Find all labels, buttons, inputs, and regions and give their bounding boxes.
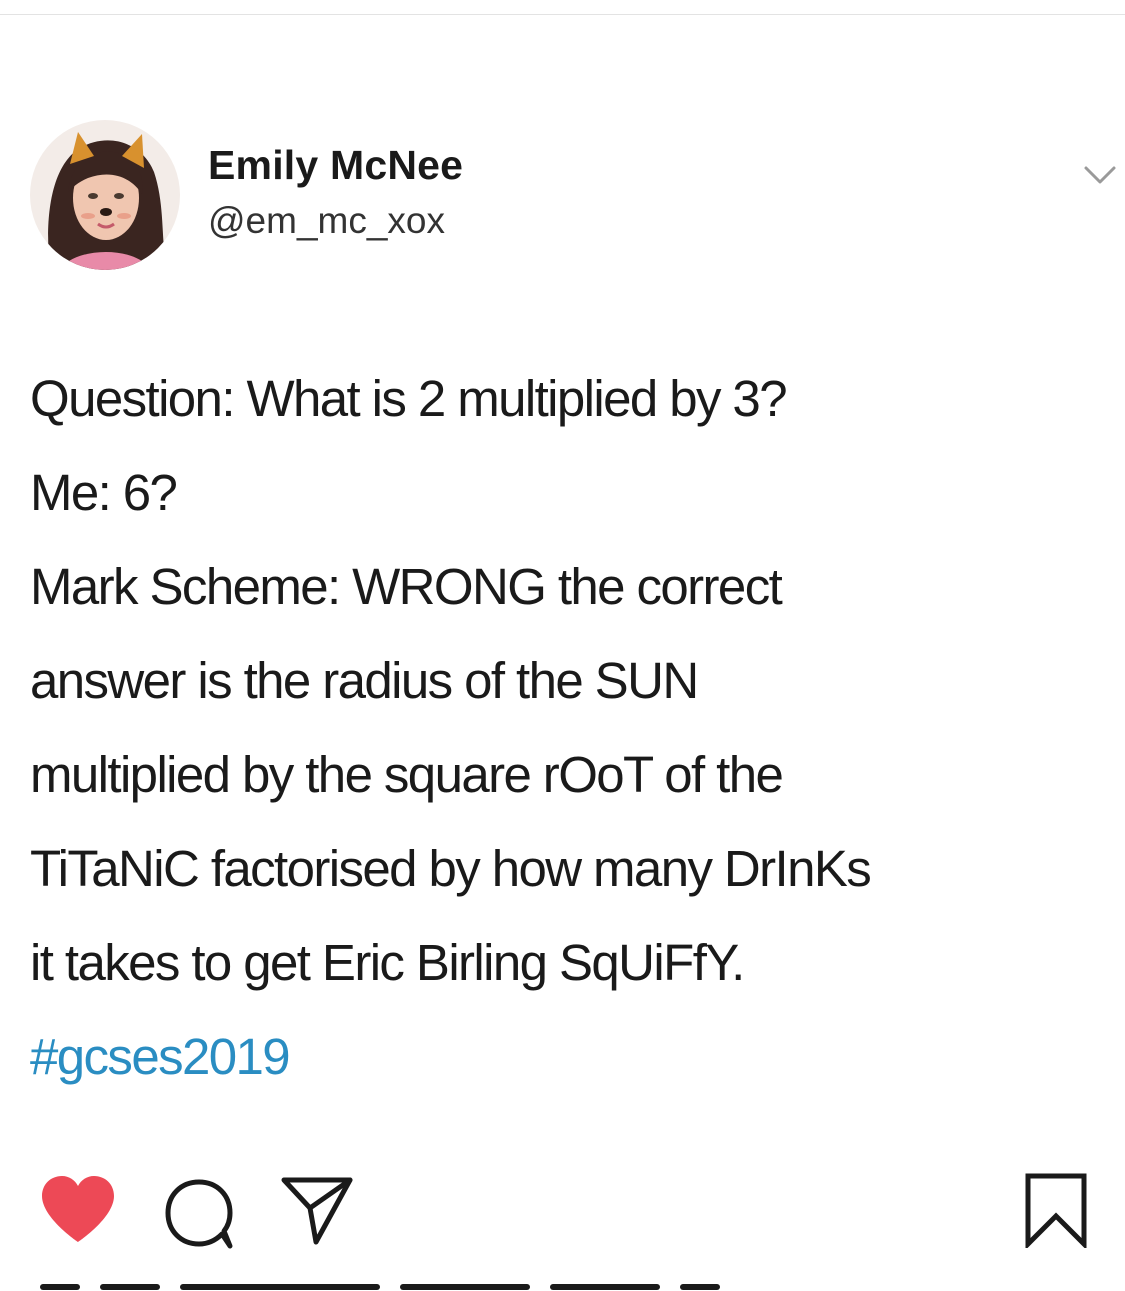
tweet-body: Question: What is 2 multiplied by 3? Me:… (30, 352, 1110, 1104)
tweet-text-line: TiTaNiC factorised by how many DrInKs (30, 840, 872, 897)
tweet-text-line: Mark Scheme: WRONG the correct (30, 558, 783, 615)
tweet-text-line: Question: What is 2 multiplied by 3? (30, 370, 788, 427)
tweet-card: Emily McNee @em_mc_xox Question: What is… (0, 0, 1125, 1291)
tweet-text-line: answer is the radius of the SUN (30, 652, 699, 709)
action-bar (0, 1160, 1125, 1260)
chevron-down-icon[interactable] (1080, 160, 1120, 188)
avatar[interactable] (30, 120, 180, 270)
cropped-likes-line (30, 1278, 730, 1291)
tweet-text-line: it takes to get Eric Birling SqUiFfY. (30, 934, 745, 991)
author-handle[interactable]: @em_mc_xox (208, 200, 445, 242)
hashtag-link[interactable]: #gcses2019 (30, 1010, 1110, 1104)
paper-plane-icon[interactable] (280, 1172, 354, 1248)
tweet-text-line: Me: 6? (30, 464, 178, 521)
tweet-text-line: multiplied by the square rOoT of the (30, 746, 784, 803)
author-name[interactable]: Emily McNee (208, 142, 463, 189)
heart-icon[interactable] (38, 1174, 118, 1246)
comment-icon[interactable] (160, 1174, 238, 1252)
bookmark-icon[interactable] (1024, 1172, 1088, 1251)
